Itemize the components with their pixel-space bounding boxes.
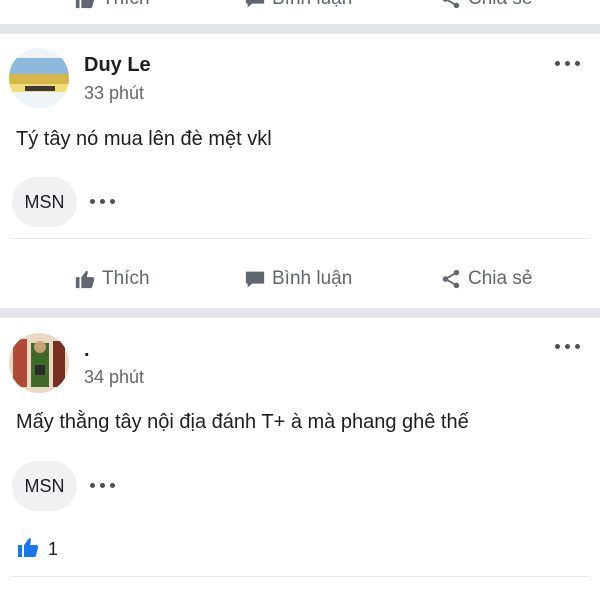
chip-more-icon[interactable] <box>90 199 115 204</box>
comment-label: Bình luận <box>272 0 352 10</box>
like-button-top[interactable]: Thích <box>74 0 150 10</box>
share-button[interactable]: Chia sẻ <box>440 268 532 290</box>
comment-button-top[interactable]: Bình luận <box>244 0 352 10</box>
comment-label: Bình luận <box>272 268 353 289</box>
post-separator <box>0 308 600 318</box>
like-label: Thích <box>102 0 150 10</box>
comment-button[interactable]: Bình luận <box>244 268 352 290</box>
more-icon[interactable] <box>555 61 580 66</box>
avatar[interactable] <box>9 333 69 393</box>
comment-icon <box>244 268 266 290</box>
avatar[interactable] <box>9 48 69 108</box>
share-icon <box>440 0 462 10</box>
reaction-summary[interactable]: 1 <box>16 535 58 564</box>
share-label: Chia sẻ <box>468 0 532 10</box>
chip-more-icon[interactable] <box>90 483 115 488</box>
post-time[interactable]: 34 phút <box>84 367 144 388</box>
msn-tag-chip[interactable]: MSN <box>12 177 77 227</box>
like-button[interactable]: Thích <box>74 268 150 290</box>
comment-icon <box>244 0 266 10</box>
reaction-count: 1 <box>48 539 59 559</box>
post-author[interactable]: Duy Le <box>84 54 151 77</box>
msn-tag-chip[interactable]: MSN <box>12 461 77 511</box>
like-label: Thích <box>102 268 150 289</box>
divider <box>10 576 590 577</box>
post-separator <box>0 24 600 34</box>
share-button-top[interactable]: Chia sẻ <box>440 0 532 10</box>
share-icon <box>440 268 462 290</box>
post-time[interactable]: 33 phút <box>84 83 144 104</box>
post-author[interactable]: . <box>84 339 90 362</box>
thumbs-up-icon <box>74 0 96 10</box>
divider <box>10 238 590 239</box>
share-label: Chia sẻ <box>468 268 533 289</box>
post-text: Tý tây nó mua lên đè mệt vkl <box>16 128 272 150</box>
thumbs-up-icon <box>16 535 40 564</box>
thumbs-up-icon <box>74 268 96 290</box>
more-icon[interactable] <box>555 344 580 349</box>
post-text: Mấy thằng tây nội địa đánh T+ à mà phang… <box>16 411 469 433</box>
